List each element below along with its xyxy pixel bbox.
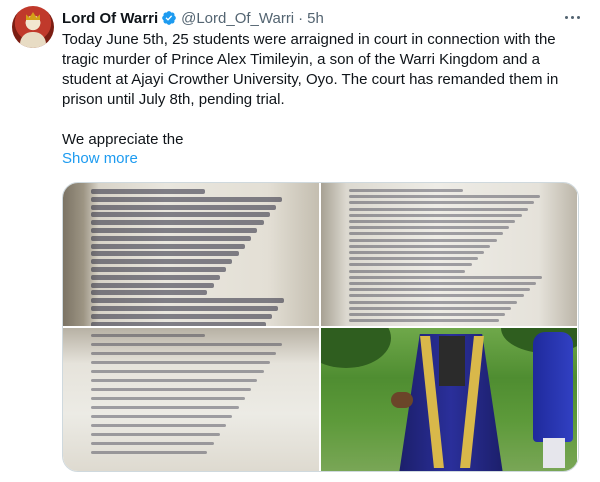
document-text-line [91, 433, 220, 436]
tweet-text: Today June 5th, 25 students were arraign… [62, 30, 586, 150]
document-text-line [349, 288, 530, 292]
document-text-line [91, 220, 264, 226]
document-text-line [349, 201, 535, 205]
timestamp[interactable]: 5h [307, 10, 324, 27]
document-text-line [91, 251, 239, 257]
tweet-paragraph: Today June 5th, 25 students were arraign… [62, 31, 559, 108]
document-text-line [91, 267, 227, 272]
document-text-line [349, 213, 522, 217]
more-dot [576, 15, 580, 19]
document-text-line [349, 269, 466, 273]
separator-dot: · [298, 9, 304, 27]
document-text-line [91, 313, 272, 319]
document-text-line [91, 352, 277, 355]
document-text-line [349, 313, 505, 316]
document-text-line [91, 298, 285, 304]
media-image-charge-count-7[interactable] [63, 328, 319, 471]
document-text-line [91, 212, 270, 218]
bystander-legs [543, 438, 565, 468]
document-text-line [349, 306, 512, 310]
tweet-header: Lord Of Warri @Lord_Of_Warri · 5h [62, 8, 324, 28]
document-text-line [91, 343, 283, 346]
avatar-figure [20, 32, 46, 48]
document-text-line [349, 282, 537, 285]
user-handle[interactable]: @Lord_Of_Warri [181, 10, 294, 27]
document-text-line [91, 379, 258, 382]
document-text-line [349, 220, 516, 223]
document-text-line [349, 251, 485, 254]
avatar[interactable] [12, 6, 54, 48]
document-text-line [349, 294, 524, 298]
document-text-line [349, 195, 541, 199]
more-options-icon[interactable] [560, 8, 584, 26]
document-text-line [349, 275, 543, 279]
document-text-line [91, 290, 208, 296]
document-text-line [91, 282, 214, 288]
verified-badge-icon [162, 11, 176, 25]
tweet-paragraph: We appreciate the [62, 131, 184, 148]
media-image-charge-count-1[interactable] [321, 183, 577, 326]
media-image-graduate[interactable] [321, 328, 577, 471]
more-dot [564, 15, 568, 19]
document-text-line [91, 406, 239, 409]
document-text-line [349, 263, 472, 267]
document-text-line [349, 300, 518, 304]
document-text-line [349, 232, 503, 236]
document-text-line [91, 204, 277, 210]
crown-icon [26, 12, 40, 20]
graduate-shirt [439, 336, 465, 386]
document-text-line [91, 388, 252, 391]
document-text-line [91, 442, 214, 445]
media-image-charge-list[interactable] [63, 183, 319, 326]
document-text-line [91, 274, 220, 280]
document-text-line [91, 370, 264, 373]
document-text-lines [91, 183, 299, 326]
document-text-line [349, 319, 499, 323]
document-text-line [91, 306, 279, 311]
document-text-line [349, 238, 497, 242]
document-text-line [91, 451, 208, 454]
document-text-line [91, 334, 206, 337]
document-text-line [91, 196, 283, 202]
document-text-line [349, 207, 528, 211]
document-text-line [91, 397, 245, 400]
document-text-line [91, 189, 206, 194]
document-text-line [91, 361, 270, 364]
document-text-lines [349, 183, 557, 326]
document-text-line [91, 415, 233, 418]
document-text-line [349, 189, 464, 192]
document-text-line [91, 243, 245, 249]
display-name[interactable]: Lord Of Warri [62, 10, 158, 27]
document-text-line [91, 259, 233, 265]
show-more-link[interactable]: Show more [62, 150, 138, 167]
graduate-hand [391, 392, 413, 408]
media-grid [62, 182, 579, 472]
more-dot [570, 15, 574, 19]
document-text-line [91, 321, 266, 326]
document-text-line [349, 257, 478, 261]
document-text-line [91, 235, 252, 241]
document-text-line [349, 244, 491, 248]
document-text-line [91, 228, 258, 233]
document-text-line [349, 226, 510, 230]
document-text-line [91, 424, 227, 427]
document-text-lines [91, 328, 299, 471]
tree-shape [321, 328, 391, 368]
bystander-figure [533, 332, 573, 442]
